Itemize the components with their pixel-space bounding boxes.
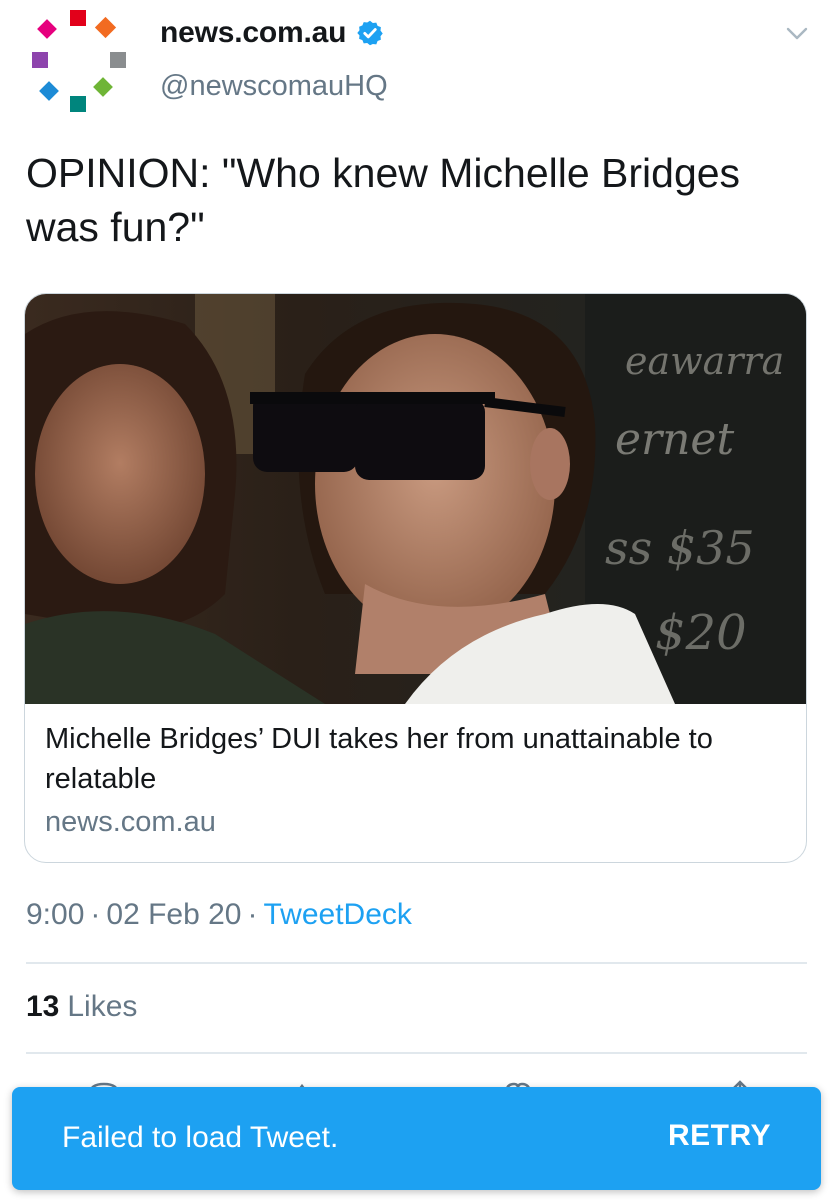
snackbar-message: Failed to load Tweet. bbox=[62, 1121, 339, 1154]
card-title[interactable]: Michelle Bridges’ DUI takes her from una… bbox=[45, 719, 795, 799]
display-name[interactable]: news.com.au bbox=[160, 16, 346, 50]
account-name-row[interactable]: news.com.au bbox=[160, 16, 384, 50]
article-photo[interactable]: eawarra ernet ss $35 $20 bbox=[25, 294, 807, 704]
svg-text:$20: $20 bbox=[655, 605, 747, 661]
likes-count: 13 bbox=[26, 990, 60, 1023]
retry-button[interactable]: RETRY bbox=[668, 1119, 771, 1153]
verified-badge-icon bbox=[357, 20, 383, 46]
likes-stat[interactable]: 13 Likes bbox=[26, 990, 137, 1024]
tweet-time: 9:00 bbox=[26, 898, 85, 931]
account-handle[interactable]: @newscomauHQ bbox=[160, 70, 388, 103]
link-card[interactable]: eawarra ernet ss $35 $20 Michelle Bridge… bbox=[24, 293, 807, 863]
svg-text:ernet: ernet bbox=[615, 414, 734, 465]
divider bbox=[26, 1052, 807, 1054]
chevron-down-icon[interactable] bbox=[786, 26, 808, 42]
svg-text:eawarra: eawarra bbox=[625, 339, 784, 383]
tweet-meta: 9:00 · 02 Feb 20 · TweetDeck bbox=[26, 898, 412, 932]
card-domain: news.com.au bbox=[45, 806, 216, 838]
divider bbox=[26, 962, 807, 964]
likes-label: Likes bbox=[67, 990, 138, 1023]
tweet-source-link[interactable]: TweetDeck bbox=[264, 898, 412, 931]
tweet-date: 02 Feb 20 bbox=[106, 898, 242, 931]
error-snackbar: Failed to load Tweet. RETRY bbox=[12, 1087, 821, 1190]
svg-text:ss $35: ss $35 bbox=[605, 521, 755, 575]
meta-separator: · bbox=[90, 898, 101, 931]
tweet-text: OPINION: "Who knew Michelle Bridges was … bbox=[26, 150, 741, 250]
newscomau-logo-icon[interactable] bbox=[26, 8, 136, 114]
meta-separator: · bbox=[247, 898, 258, 931]
